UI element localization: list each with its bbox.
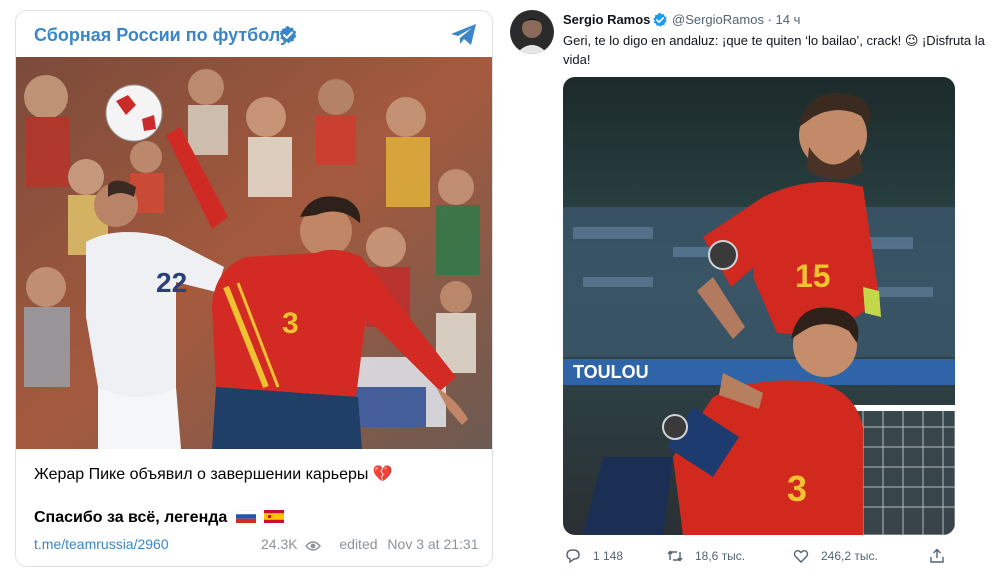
- svg-text:15: 15: [795, 258, 831, 294]
- tweet-photo[interactable]: TOULOU 15 3: [563, 77, 955, 535]
- reply-button[interactable]: 1 148: [565, 548, 623, 564]
- reply-icon: [566, 549, 580, 564]
- post-text-announcement: Жерар Пике объявил о завершении карьеры: [34, 466, 369, 483]
- post-date: Nov 3 at 21:31: [387, 536, 479, 552]
- svg-text:3: 3: [282, 307, 299, 340]
- post-photo[interactable]: 22 3: [16, 57, 492, 449]
- views-eye-icon: [305, 541, 322, 551]
- post-text-line-1: Жерар Пике объявил о завершении карьеры …: [34, 464, 393, 484]
- post-text-thanks: Спасибо за всё, легенда: [34, 509, 228, 526]
- svg-text:22: 22: [156, 267, 187, 298]
- retweet-button[interactable]: 18,6 тыс.: [667, 548, 745, 564]
- reply-count: 1 148: [593, 549, 624, 563]
- tweet-text: Geri, te lo digo en andaluz: ¡que te qui…: [563, 33, 985, 67]
- tweet-actions: 1 148 18,6 тыс. 246,2 тыс.: [563, 548, 955, 566]
- verified-badge-icon: [279, 26, 297, 44]
- telegram-icon[interactable]: [450, 23, 478, 47]
- russia-flag-icon: [235, 510, 256, 523]
- channel-title[interactable]: Сборная России по футболу: [34, 25, 290, 46]
- telegram-post-card: Сборная России по футболу 22 3 Жерар Пик…: [15, 10, 493, 567]
- verified-badge-icon: [653, 12, 667, 27]
- share-button[interactable]: [929, 548, 957, 564]
- post-text-line-2: Спасибо за всё, легенда: [34, 509, 285, 527]
- like-count: 246,2 тыс.: [821, 549, 878, 563]
- tweet-photo-illustration: TOULOU 15 3: [563, 77, 955, 535]
- tweet-handle-and-time: @SergioRamos · 14 ч: [672, 12, 800, 27]
- tweet-handle[interactable]: @SergioRamos: [672, 12, 764, 27]
- broken-heart-emoji: 💔: [372, 466, 393, 483]
- retweet-count: 18,6 тыс.: [695, 549, 746, 563]
- edited-label: edited: [339, 536, 378, 552]
- views-count: 24.3K: [261, 536, 298, 552]
- avatar[interactable]: [510, 10, 554, 54]
- post-photo-illustration: 22 3: [16, 57, 492, 449]
- retweet-icon: [667, 550, 683, 562]
- post-meta: 24.3K edited Nov 3 at 21:31: [261, 536, 478, 552]
- post-link[interactable]: t.me/teamrussia/2960: [34, 536, 169, 552]
- share-icon: [930, 548, 944, 563]
- tweet-author-name[interactable]: Sergio Ramos: [563, 12, 650, 27]
- like-button[interactable]: 246,2 тыс.: [793, 548, 878, 564]
- tweet-time[interactable]: · 14 ч: [768, 12, 801, 27]
- avatar-image: [510, 10, 554, 54]
- spain-flag-icon: [264, 510, 285, 523]
- svg-text:3: 3: [787, 468, 807, 509]
- heart-icon: [793, 550, 809, 563]
- stadium-banner-text: TOULOU: [573, 362, 649, 382]
- telegram-post-header: Сборная России по футболу: [16, 11, 492, 59]
